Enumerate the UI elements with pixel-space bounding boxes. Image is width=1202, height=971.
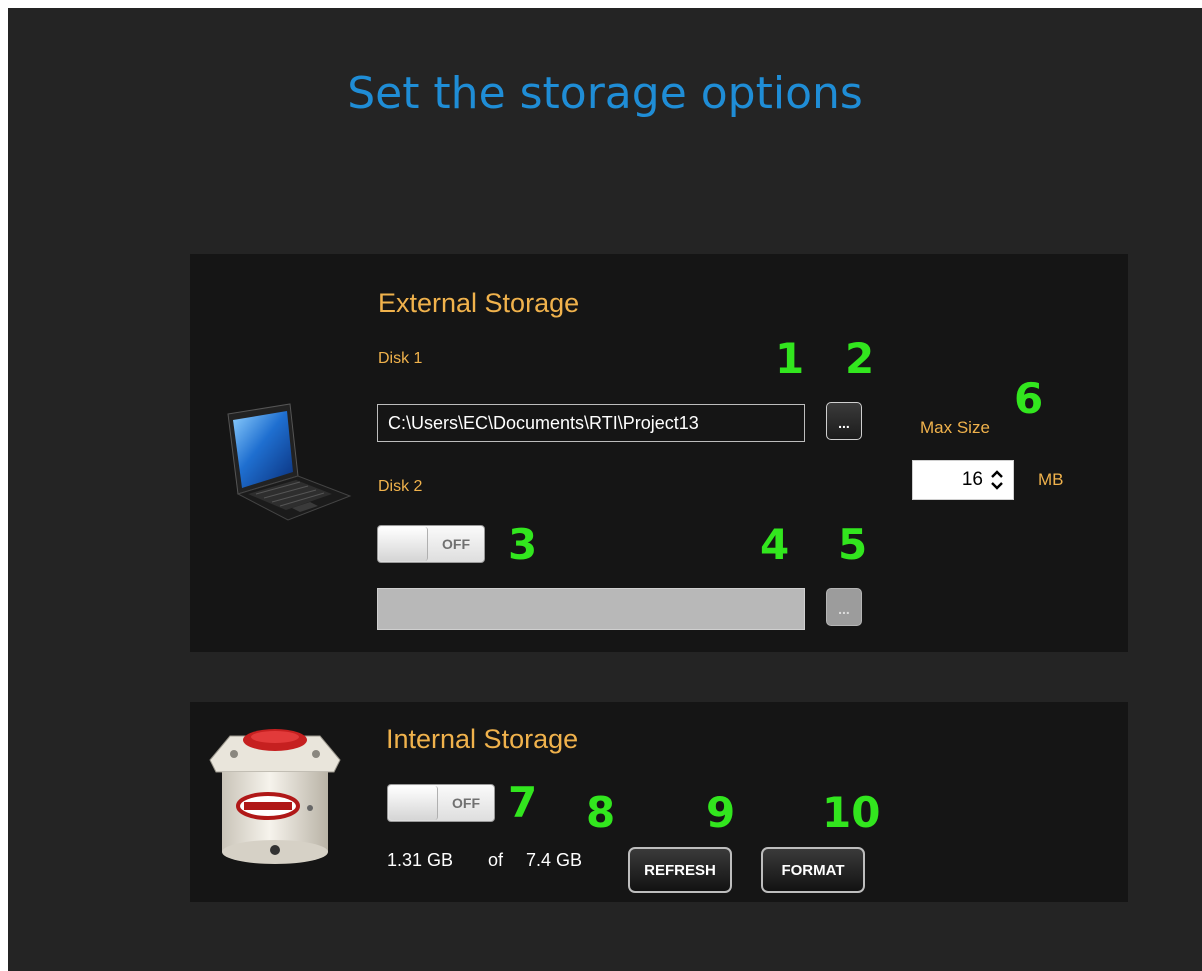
callout-9: 9 bbox=[706, 788, 736, 837]
external-storage-panel: External Storage Disk 1 1 2 ... Disk 2 O… bbox=[190, 254, 1128, 652]
disk2-label: Disk 2 bbox=[378, 478, 423, 495]
max-size-spinner[interactable]: 16 bbox=[912, 460, 1014, 500]
callout-6: 6 bbox=[1014, 374, 1044, 423]
max-size-label: Max Size bbox=[920, 418, 990, 437]
callout-4: 4 bbox=[760, 520, 790, 569]
toggle-knob bbox=[379, 527, 428, 561]
refresh-button[interactable]: REFRESH bbox=[628, 847, 732, 893]
callout-1: 1 bbox=[775, 334, 805, 383]
storage-total: 7.4 GB bbox=[526, 850, 583, 870]
disk2-path-input[interactable] bbox=[377, 588, 805, 630]
laptop-icon bbox=[220, 402, 352, 526]
disk1-label: Disk 1 bbox=[378, 350, 423, 367]
up-down-arrows-icon[interactable] bbox=[989, 465, 1005, 495]
toggle-knob bbox=[389, 786, 438, 820]
disk2-toggle[interactable]: OFF bbox=[377, 525, 485, 563]
storage-used: 1.31 GB bbox=[387, 850, 454, 870]
callout-5: 5 bbox=[838, 520, 868, 569]
callout-2: 2 bbox=[845, 334, 875, 383]
internal-toggle-label: OFF bbox=[452, 795, 480, 811]
disk2-browse-button[interactable]: ... bbox=[826, 588, 862, 626]
storage-of: of bbox=[488, 850, 504, 870]
internal-storage-toggle[interactable]: OFF bbox=[387, 784, 495, 822]
max-size-unit: MB bbox=[1038, 470, 1064, 489]
callout-7: 7 bbox=[508, 778, 538, 827]
max-size-value: 16 bbox=[961, 469, 983, 490]
disk1-path-input[interactable] bbox=[377, 404, 805, 442]
callout-8: 8 bbox=[586, 788, 616, 837]
callout-10: 10 bbox=[822, 788, 881, 837]
external-storage-title: External Storage bbox=[378, 288, 580, 318]
page-title: Set the storage options bbox=[347, 68, 863, 119]
storage-options-window: Set the storage options External Storage… bbox=[8, 8, 1202, 971]
disk2-toggle-label: OFF bbox=[442, 536, 470, 552]
disk1-browse-button[interactable]: ... bbox=[826, 402, 862, 440]
internal-recorder-device-icon bbox=[200, 720, 350, 874]
callout-3: 3 bbox=[508, 520, 538, 569]
internal-storage-title: Internal Storage bbox=[386, 724, 579, 754]
internal-storage-panel: Internal Storage OFF 7 8 9 10 1.31 GB of… bbox=[190, 702, 1128, 902]
format-button[interactable]: FORMAT bbox=[761, 847, 865, 893]
